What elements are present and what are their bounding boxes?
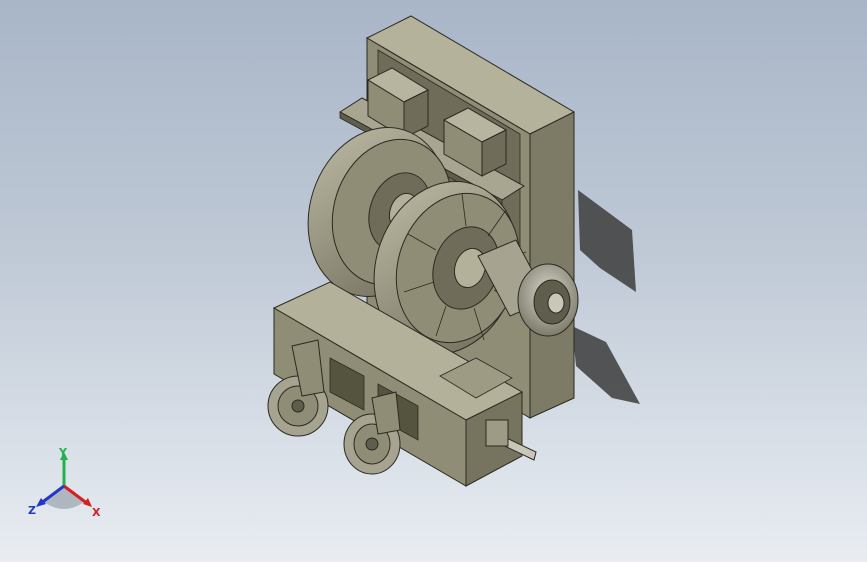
x-axis-label: X bbox=[92, 506, 101, 519]
shadow-lower bbox=[572, 326, 640, 404]
3d-model-view[interactable] bbox=[0, 0, 867, 562]
z-axis-label: Z bbox=[28, 504, 36, 517]
x-arrow-icon bbox=[83, 498, 92, 507]
orientation-triad[interactable]: Y X Z bbox=[20, 446, 110, 526]
shadow-upper bbox=[578, 190, 636, 292]
y-axis-label: Y bbox=[58, 446, 68, 459]
graphics-viewport[interactable]: Y X Z bbox=[0, 0, 867, 562]
